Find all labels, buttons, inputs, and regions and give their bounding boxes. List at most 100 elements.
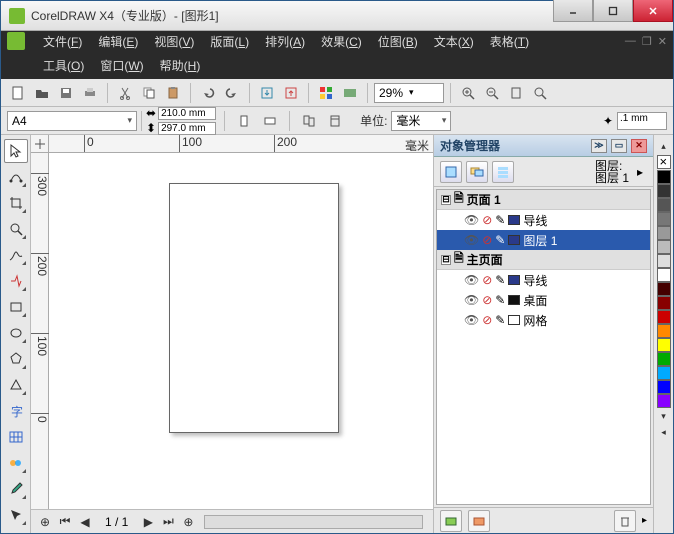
zoom-tool[interactable] bbox=[4, 217, 28, 241]
export-button[interactable] bbox=[280, 82, 302, 104]
new-master-layer-button[interactable] bbox=[468, 510, 490, 532]
palette-up-button[interactable]: ▴ bbox=[661, 141, 666, 152]
color-swatch[interactable] bbox=[657, 324, 671, 338]
new-layer-button[interactable] bbox=[440, 510, 462, 532]
color-swatch[interactable] bbox=[657, 296, 671, 310]
color-swatch[interactable] bbox=[657, 198, 671, 212]
tree-page-row[interactable]: ⊟🗎页面 1 bbox=[437, 190, 650, 210]
menu-o[interactable]: 工具(O) bbox=[35, 53, 92, 78]
menu-c[interactable]: 效果(C) bbox=[313, 31, 370, 53]
editable-icon[interactable]: ✎ bbox=[495, 233, 505, 247]
editable-icon[interactable]: ✎ bbox=[495, 273, 505, 287]
tree-layer-row[interactable]: 👁⊘✎网格 bbox=[437, 310, 650, 330]
layer-color-swatch[interactable] bbox=[508, 315, 520, 325]
menu-v[interactable]: 视图(V) bbox=[146, 31, 202, 53]
menu-x[interactable]: 文本(X) bbox=[426, 31, 482, 53]
menu-a[interactable]: 排列(A) bbox=[257, 31, 313, 53]
basic-shapes-tool[interactable] bbox=[4, 373, 28, 397]
editable-icon[interactable]: ✎ bbox=[495, 213, 505, 227]
first-page-button[interactable]: ⏮ bbox=[57, 514, 73, 530]
page-height-input[interactable]: 297.0 mm bbox=[158, 122, 216, 135]
menu-t[interactable]: 表格(T) bbox=[482, 31, 537, 53]
ruler-origin[interactable] bbox=[31, 135, 49, 153]
all-pages-button[interactable] bbox=[298, 110, 320, 132]
mdi-minimize[interactable]: — bbox=[625, 35, 636, 48]
panel-collapse-button[interactable]: ▭ bbox=[611, 139, 627, 153]
color-swatch[interactable] bbox=[657, 282, 671, 296]
color-swatch[interactable] bbox=[657, 338, 671, 352]
shape-tool[interactable] bbox=[4, 165, 28, 189]
tree-layer-row[interactable]: 👁⊘✎导线 bbox=[437, 210, 650, 230]
minimize-button[interactable] bbox=[553, 0, 593, 22]
color-swatch[interactable] bbox=[657, 352, 671, 366]
editable-icon[interactable]: ✎ bbox=[495, 293, 505, 307]
drawing-canvas[interactable] bbox=[49, 153, 433, 509]
color-swatch[interactable] bbox=[657, 240, 671, 254]
visible-icon[interactable]: 👁 bbox=[464, 233, 479, 247]
undo-button[interactable] bbox=[197, 82, 219, 104]
printable-icon[interactable]: ⊘ bbox=[482, 233, 492, 247]
panel-flyout-button[interactable]: ▸ bbox=[642, 515, 647, 526]
menu-h[interactable]: 帮助(H) bbox=[152, 53, 209, 78]
cut-button[interactable] bbox=[114, 82, 136, 104]
mdi-restore[interactable]: ❐ bbox=[642, 35, 652, 48]
ellipse-tool[interactable] bbox=[4, 321, 28, 345]
smart-tool[interactable] bbox=[4, 269, 28, 293]
save-button[interactable] bbox=[55, 82, 77, 104]
open-button[interactable] bbox=[31, 82, 53, 104]
rectangle-tool[interactable] bbox=[4, 295, 28, 319]
redo-button[interactable] bbox=[221, 82, 243, 104]
editable-icon[interactable]: ✎ bbox=[495, 313, 505, 327]
panel-close-button[interactable]: ✕ bbox=[631, 139, 647, 153]
outline-tool[interactable] bbox=[4, 503, 28, 527]
zoom-page-button[interactable] bbox=[505, 82, 527, 104]
color-swatch[interactable] bbox=[657, 380, 671, 394]
paper-size-combo[interactable]: A4▾ bbox=[7, 111, 137, 131]
color-swatch[interactable] bbox=[657, 170, 671, 184]
color-swatch[interactable] bbox=[657, 394, 671, 408]
close-button[interactable] bbox=[633, 0, 673, 22]
paste-button[interactable] bbox=[162, 82, 184, 104]
menu-l[interactable]: 版面(L) bbox=[202, 31, 257, 53]
no-color-swatch[interactable] bbox=[657, 155, 671, 169]
visible-icon[interactable]: 👁 bbox=[464, 213, 479, 227]
color-swatch[interactable] bbox=[657, 212, 671, 226]
tree-layer-row[interactable]: 👁⊘✎导线 bbox=[437, 270, 650, 290]
pick-tool[interactable] bbox=[4, 139, 28, 163]
layer-color-swatch[interactable] bbox=[508, 235, 520, 245]
ruler-horizontal[interactable]: 0100200毫米 bbox=[49, 135, 433, 153]
tree-layer-row[interactable]: 👁⊘✎图层 1 bbox=[437, 230, 650, 250]
panel-menu-button[interactable]: ≫ bbox=[591, 139, 607, 153]
visible-icon[interactable]: 👁 bbox=[464, 273, 479, 287]
copy-button[interactable] bbox=[138, 82, 160, 104]
h-scrollbar[interactable] bbox=[204, 515, 423, 529]
show-properties-button[interactable] bbox=[440, 161, 462, 183]
crop-tool[interactable] bbox=[4, 191, 28, 215]
app-launcher-button[interactable] bbox=[315, 82, 337, 104]
menu-w[interactable]: 窗口(W) bbox=[92, 53, 151, 78]
add-page-icon[interactable]: ⊕ bbox=[37, 514, 53, 530]
next-page-button[interactable]: ▶ bbox=[140, 514, 156, 530]
interactive-tool[interactable] bbox=[4, 451, 28, 475]
nudge-input[interactable]: .1 mm bbox=[617, 112, 667, 130]
menu-b[interactable]: 位图(B) bbox=[370, 31, 426, 53]
color-swatch[interactable] bbox=[657, 254, 671, 268]
printable-icon[interactable]: ⊘ bbox=[482, 273, 492, 287]
panel-options-button[interactable]: ▸ bbox=[633, 165, 647, 179]
last-page-button[interactable]: ⏭ bbox=[160, 514, 176, 530]
visible-icon[interactable]: 👁 bbox=[464, 293, 479, 307]
color-swatch[interactable] bbox=[657, 366, 671, 380]
maximize-button[interactable] bbox=[593, 0, 633, 22]
palette-down-button[interactable]: ▾ bbox=[661, 411, 666, 422]
page-width-input[interactable]: 210.0 mm bbox=[158, 107, 216, 120]
menu-e[interactable]: 编辑(E) bbox=[90, 31, 146, 53]
color-swatch[interactable] bbox=[657, 310, 671, 324]
unit-combo[interactable]: 毫米▾ bbox=[391, 111, 451, 131]
table-tool[interactable] bbox=[4, 425, 28, 449]
polygon-tool[interactable] bbox=[4, 347, 28, 371]
text-tool[interactable]: 字 bbox=[4, 399, 28, 423]
zoom-in-button[interactable] bbox=[457, 82, 479, 104]
tree-page-row[interactable]: ⊟🗎主页面 bbox=[437, 250, 650, 270]
delete-button[interactable] bbox=[614, 510, 636, 532]
edit-across-layers-button[interactable] bbox=[466, 161, 488, 183]
